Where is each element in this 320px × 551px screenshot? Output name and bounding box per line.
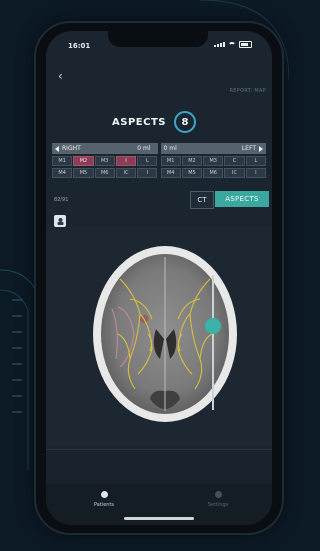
- report-link[interactable]: REPORT: MAP: [229, 88, 266, 94]
- left-volume: 0 ml: [163, 145, 177, 152]
- right-hemisphere-header[interactable]: RIGHT 0 ml: [52, 143, 158, 154]
- notch: [108, 31, 208, 47]
- right-region-group: M1 M2 M3 I L: [52, 156, 158, 166]
- left-region-cell[interactable]: C: [224, 156, 245, 166]
- region-panel-header: RIGHT 0 ml 0 ml LEFT: [52, 143, 266, 154]
- left-region-cell[interactable]: L: [245, 156, 266, 166]
- app-screen: 16:01 ‹ REPORT: MAP ASPECTS 8 RIGHT 0 ml…: [46, 31, 272, 525]
- left-hemisphere-label: LEFT: [241, 145, 256, 152]
- patients-icon: [100, 491, 108, 498]
- right-volume: 0 ml: [137, 145, 151, 152]
- left-region-group: M4 M5 M6 IC I: [160, 168, 267, 178]
- footer-panel: [46, 449, 272, 482]
- back-button[interactable]: ‹: [58, 69, 63, 83]
- aspects-title: ASPECTS: [112, 117, 166, 128]
- right-region-cell[interactable]: I: [137, 168, 158, 178]
- phone-frame: 16:01 ‹ REPORT: MAP ASPECTS 8 RIGHT 0 ml…: [36, 23, 282, 533]
- right-region-cell[interactable]: M1: [52, 156, 73, 166]
- slice-slider-track[interactable]: [212, 275, 214, 410]
- status-time: 16:01: [68, 42, 91, 50]
- tab-settings-label: Settings: [207, 502, 229, 508]
- home-indicator: [124, 517, 194, 520]
- chevron-left-icon: [55, 145, 59, 152]
- left-region-cell[interactable]: M6: [203, 168, 224, 178]
- left-region-cell[interactable]: IC: [224, 168, 245, 178]
- left-hemisphere-header[interactable]: 0 ml LEFT: [160, 143, 266, 154]
- region-row: M1 M2 M3 I L M1 M2 M3 C L: [52, 156, 266, 166]
- aspects-score-badge: 8: [174, 111, 196, 133]
- region-grid: M1 M2 M3 I L M1 M2 M3 C L M4 M5 M6 IC I M4 M5 M6 IC I: [52, 156, 266, 178]
- right-hemisphere-label: RIGHT: [62, 145, 81, 152]
- chevron-right-icon: [259, 145, 263, 152]
- left-region-cell[interactable]: M4: [160, 168, 181, 178]
- wifi-icon: [228, 41, 236, 48]
- tab-patients[interactable]: Patients: [74, 491, 134, 508]
- slice-label: 82/91: [54, 197, 69, 203]
- tab-patients-label: Patients: [93, 502, 114, 508]
- left-region-cell[interactable]: M5: [181, 168, 203, 178]
- right-region-cell[interactable]: I: [115, 156, 137, 166]
- status-icons: [214, 41, 252, 48]
- region-panel: RIGHT 0 ml 0 ml LEFT M1 M2 M3 I L M1 M2 M3 C L M4 M…: [52, 143, 266, 180]
- settings-icon: [214, 491, 222, 498]
- right-region-cell[interactable]: M5: [73, 168, 94, 178]
- tab-settings[interactable]: Settings: [188, 491, 248, 508]
- aspects-mode-button[interactable]: ASPECTS: [215, 191, 269, 207]
- left-region-cell[interactable]: I: [245, 168, 266, 178]
- right-region-cell[interactable]: M2: [73, 156, 94, 166]
- mode-row: 82/91 CT ASPECTS: [46, 189, 272, 211]
- status-bar: 16:01: [46, 31, 272, 53]
- aspects-header: ASPECTS 8: [46, 109, 272, 139]
- brain-icon: [57, 217, 63, 225]
- signal-icon: [214, 42, 225, 47]
- right-region-group: M4 M5 M6 IC I: [52, 168, 158, 178]
- left-region-group: M1 M2 M3 C L: [160, 156, 267, 166]
- viewer-settings-icon[interactable]: [54, 215, 66, 227]
- right-region-cell[interactable]: IC: [115, 168, 137, 178]
- right-region-cell[interactable]: M4: [52, 168, 73, 178]
- ct-scan-viewer[interactable]: [46, 227, 272, 447]
- right-region-cell[interactable]: M3: [94, 156, 115, 166]
- right-region-cell[interactable]: M6: [94, 168, 115, 178]
- region-row: M4 M5 M6 IC I M4 M5 M6 IC I: [52, 168, 266, 178]
- aspects-score-value: 8: [181, 116, 189, 128]
- left-region-cell[interactable]: M2: [181, 156, 203, 166]
- left-region-cell[interactable]: M3: [203, 156, 224, 166]
- left-region-cell[interactable]: M1: [160, 156, 181, 166]
- battery-icon: [239, 41, 252, 48]
- ct-mode-button[interactable]: CT: [190, 191, 214, 209]
- right-region-cell[interactable]: L: [137, 156, 158, 166]
